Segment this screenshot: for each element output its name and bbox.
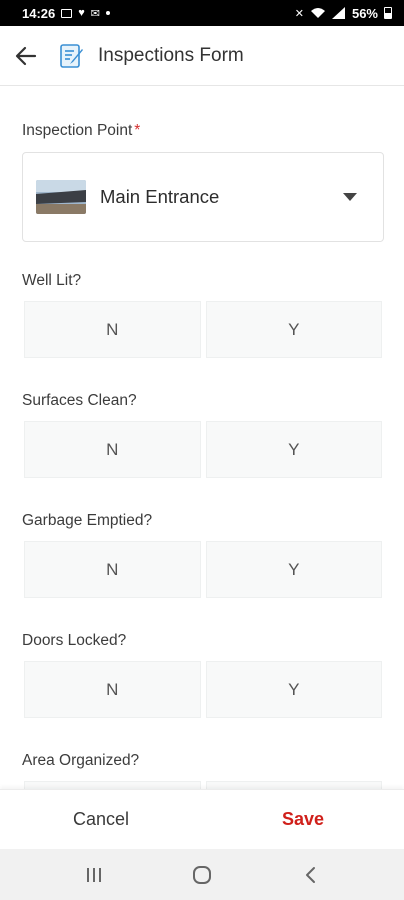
yes-button[interactable]: Y: [205, 541, 382, 598]
save-button[interactable]: Save: [202, 809, 404, 830]
action-bar: Cancel Save: [0, 789, 404, 849]
no-button[interactable]: N: [24, 301, 201, 358]
no-button[interactable]: N: [24, 541, 201, 598]
inspection-point-value: Main Entrance: [100, 186, 220, 207]
home-icon: [193, 865, 211, 884]
home-button[interactable]: [182, 855, 222, 895]
chevron-left-icon: [306, 866, 315, 883]
yn-group-surfaces-clean: N Y: [24, 421, 382, 478]
battery-percent: 56%: [351, 5, 378, 21]
status-right: ✕ 56%: [295, 6, 392, 21]
yn-group-well-lit: N Y: [24, 301, 382, 358]
page-title: Inspections Form: [98, 44, 244, 66]
arrow-left-icon: [15, 46, 37, 65]
no-button[interactable]: N: [24, 661, 201, 718]
status-bar: 14:26 ♥ ✉ ✕ 56%: [0, 0, 404, 26]
signal-icon: [331, 7, 345, 19]
more-notifications-icon: [106, 11, 110, 15]
recent-apps-icon: [87, 867, 101, 882]
question-label-well-lit: Well Lit?: [22, 272, 82, 289]
no-button[interactable]: N: [24, 421, 201, 478]
yn-group-area-organized: N Y: [24, 781, 382, 789]
location-thumbnail: [36, 180, 86, 214]
inspection-point-select[interactable]: Main Entrance: [22, 152, 384, 242]
question-label-garbage-emptied: Garbage Emptied?: [22, 512, 153, 529]
yes-button[interactable]: Y: [205, 661, 382, 718]
wifi-icon: [310, 8, 325, 18]
yes-button[interactable]: Y: [205, 301, 382, 358]
yes-button[interactable]: Y: [205, 421, 382, 478]
mute-icon: ✕: [294, 7, 304, 20]
system-nav-bar: [0, 849, 404, 900]
question-label-area-organized: Area Organized?: [22, 752, 140, 769]
cancel-button[interactable]: Cancel: [0, 809, 202, 830]
yes-button[interactable]: Y: [205, 781, 382, 789]
question-label-surfaces-clean: Surfaces Clean?: [22, 392, 137, 409]
form-edit-icon: [60, 43, 83, 68]
inspection-point-label-text: Inspection Point: [22, 122, 133, 139]
yn-group-doors-locked: N Y: [24, 661, 382, 718]
gallery-notification-icon: [61, 8, 73, 18]
app-bar: Inspections Form: [0, 26, 404, 86]
form-content[interactable]: Inspection Point * Main Entrance Well Lit…: [0, 86, 404, 789]
inspection-point-label: Inspection Point *: [22, 122, 140, 140]
back-nav-button[interactable]: [290, 855, 330, 895]
caret-down-icon: [343, 193, 357, 201]
back-button[interactable]: [0, 26, 52, 86]
status-time: 14:26: [22, 5, 56, 21]
status-left: 14:26 ♥ ✉: [22, 6, 110, 21]
no-button[interactable]: N: [24, 781, 201, 789]
battery-icon: [384, 7, 392, 19]
heart-monitor-icon: ♥: [78, 7, 85, 19]
yn-group-garbage-emptied: N Y: [24, 541, 382, 598]
mail-icon: ✉: [90, 7, 100, 20]
recent-apps-button[interactable]: [74, 855, 114, 895]
question-label-doors-locked: Doors Locked?: [22, 632, 127, 649]
required-marker: *: [134, 122, 141, 139]
